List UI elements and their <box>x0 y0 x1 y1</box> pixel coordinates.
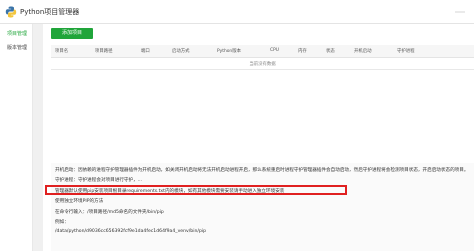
col-start-mode: 启动方式 <box>172 49 190 54</box>
col-port: 端口 <box>141 49 150 54</box>
python-logo-icon <box>5 6 17 18</box>
add-project-button[interactable]: 添加项目 <box>51 28 93 39</box>
info-line-example-path: /data/python/d9036cc656392fcf9e1da4fec1d… <box>55 229 207 234</box>
window-control-icon[interactable] <box>453 8 467 16</box>
info-line-command: 在命令行输入：/项目路径/md5命名的文件夹/bin/pip <box>55 210 164 215</box>
sidebar: 项目管理 版本管理 <box>0 24 33 251</box>
col-python-version: Python版本 <box>217 49 242 54</box>
col-status: 状态 <box>326 49 335 54</box>
app-title: Python项目管理器 <box>20 8 80 16</box>
col-daemon: 守护进程 <box>397 49 415 54</box>
sidebar-item-projects[interactable]: 项目管理 <box>7 30 27 37</box>
info-line-example: 例如： <box>55 220 69 225</box>
col-autostart: 开机启动 <box>354 49 372 54</box>
highlight-annotation <box>45 185 347 195</box>
col-path: 项目路径 <box>95 49 113 54</box>
info-line-daemon: 守护进程：守护进程会对项目进行守护，... <box>55 178 143 183</box>
col-memory: 内存 <box>298 49 307 54</box>
top-bar: Python项目管理器 <box>0 0 474 24</box>
info-line-venv-title: 使用独立环境PIP的方法 <box>55 199 104 204</box>
col-name: 项目名 <box>55 49 69 54</box>
info-panel: 开机启动：因依赖的进程守护管理器插件为开机启动，如关闭开机启动将无法开机启动进程… <box>51 163 474 251</box>
empty-text: 当前没有数据 <box>249 62 276 67</box>
col-cpu: CPU <box>270 48 279 53</box>
sidebar-item-versions[interactable]: 版本管理 <box>7 44 27 51</box>
table-header: 项目名 项目路径 端口 启动方式 Python版本 CPU 内存 状态 开机启动… <box>51 45 474 58</box>
info-line-autostart: 开机启动：因依赖的进程守护管理器插件为开机启动，如关闭开机启动将无法开机启动进程… <box>55 168 469 173</box>
main-panel: 添加项目 项目名 项目路径 端口 启动方式 Python版本 CPU 内存 状态… <box>43 24 474 251</box>
project-table: 项目名 项目路径 端口 启动方式 Python版本 CPU 内存 状态 开机启动… <box>51 45 474 160</box>
empty-row: 当前没有数据 <box>51 58 474 70</box>
